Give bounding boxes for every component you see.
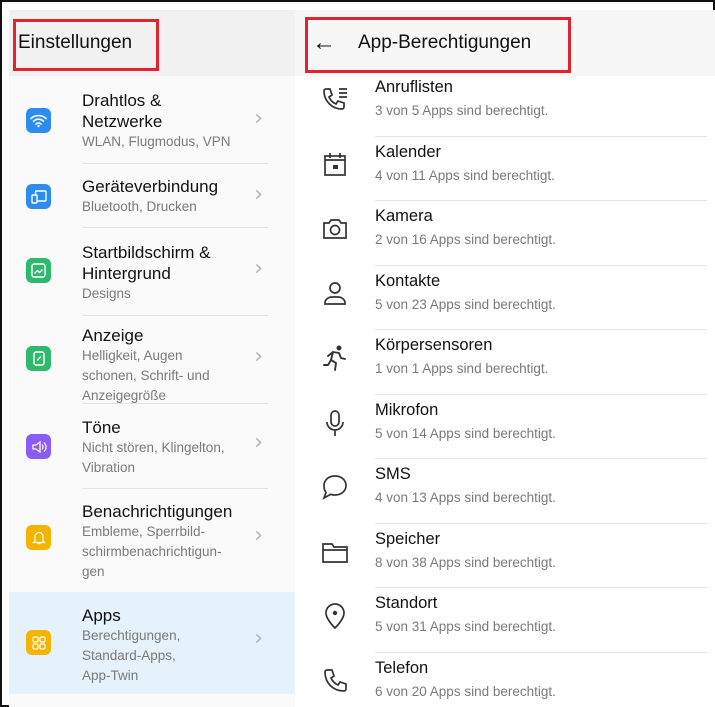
microphone-icon: [326, 409, 344, 436]
phone-icon: [324, 668, 347, 692]
item-subtitle: gen: [82, 564, 105, 579]
item-subtitle: Berechtigungen,: [82, 628, 181, 643]
permission-item-location[interactable]: Standort 5 von 31 Apps sind berechtigt.: [295, 588, 715, 653]
camera-icon: [323, 219, 347, 239]
settings-item-home-screen[interactable]: Startbildschirm & Hintergrund Designs ›: [9, 228, 295, 316]
permission-count: 3 von 5 Apps sind berechtigt.: [375, 103, 549, 118]
item-subtitle: App-Twin: [82, 668, 139, 683]
permission-item-microphone[interactable]: Mikrofon 5 von 14 Apps sind berechtigt.: [295, 395, 715, 459]
back-arrow-icon[interactable]: ←: [312, 31, 336, 55]
item-title: Geräteverbindung: [82, 177, 219, 196]
display-icon: [26, 346, 51, 371]
item-subtitle: Designs: [82, 286, 131, 301]
item-subtitle: Nicht stören, Klingelton,: [82, 440, 225, 455]
permission-count: 8 von 38 Apps sind berechtigt.: [375, 554, 556, 570]
permission-count: 4 von 13 Apps sind berechtigt.: [375, 490, 556, 505]
item-subtitle: Vibration: [82, 460, 136, 475]
permission-item-call-logs[interactable]: Anruflisten 3 von 5 Apps sind berechtigt…: [295, 72, 715, 137]
item-title: Netzwerke: [82, 112, 163, 131]
contacts-icon: [324, 281, 346, 305]
item-subtitle: schonen, Schrift- und: [82, 368, 210, 383]
sms-icon: [322, 475, 347, 500]
item-title: Töne: [82, 418, 121, 437]
wifi-icon: [26, 108, 51, 133]
item-subtitle: Embleme, Sperrbild-: [82, 524, 206, 539]
permission-title: Standort: [375, 594, 438, 612]
home-screen-icon: [26, 258, 51, 283]
item-title: Hintergrund: [82, 264, 171, 283]
page-title: Einstellungen: [18, 32, 133, 53]
permission-count: 5 von 31 Apps sind berechtigt.: [375, 619, 556, 634]
permission-item-phone[interactable]: Telefon 6 von 20 Apps sind berechtigt.: [295, 653, 715, 707]
settings-item-sounds[interactable]: Töne Nicht stören, Klingelton, Vibration…: [9, 404, 295, 489]
folder-icon: [322, 542, 348, 563]
permission-title: Telefon: [375, 658, 429, 677]
chevron-right-icon: ›: [254, 626, 263, 651]
chevron-right-icon: ›: [254, 182, 263, 207]
item-subtitle: Helligkeit, Augen: [82, 348, 183, 363]
item-subtitle: Standard-Apps,: [82, 648, 176, 663]
permission-title: Kalender: [375, 142, 442, 161]
permission-count: 1 von 1 Apps sind berechtigt.: [375, 361, 549, 376]
device-connection-icon: [26, 184, 51, 209]
settings-item-display[interactable]: Anzeige Helligkeit, Augen schonen, Schri…: [9, 316, 295, 404]
call-log-icon: [323, 88, 347, 110]
calendar-icon: [324, 152, 346, 176]
settings-item-notifications[interactable]: Benachrichtigungen Embleme, Sperrbild- s…: [9, 489, 295, 592]
item-title: Anzeige: [82, 326, 144, 345]
permission-count: 6 von 20 Apps sind berechtigt.: [375, 683, 556, 699]
settings-panel: Einstellungen Drahtlos & Netzwerke WLAN,…: [9, 10, 295, 707]
item-subtitle: schirmbenachrichtigun-: [82, 544, 222, 559]
location-icon: [325, 603, 345, 630]
permission-count: 5 von 14 Apps sind berechtigt.: [375, 425, 556, 441]
permission-title: Kamera: [375, 207, 433, 225]
settings-item-device-connection[interactable]: Geräteverbindung Bluetooth, Drucken ›: [9, 164, 295, 228]
chevron-right-icon: ›: [254, 106, 263, 131]
permission-title: Mikrofon: [375, 400, 439, 419]
item-subtitle: Bluetooth, Drucken: [82, 199, 197, 214]
item-title: Startbildschirm &: [82, 243, 211, 262]
permission-item-calendar[interactable]: Kalender 4 von 11 Apps sind berechtigt.: [295, 137, 715, 201]
permission-count: 4 von 11 Apps sind berechtigt.: [375, 167, 555, 183]
permission-title: Speicher: [375, 529, 441, 548]
permission-title: Anruflisten: [375, 78, 453, 96]
permission-item-camera[interactable]: Kamera 2 von 16 Apps sind berechtigt.: [295, 201, 715, 266]
chevron-right-icon: ›: [254, 344, 263, 369]
permission-item-contacts[interactable]: Kontakte 5 von 23 Apps sind berechtigt.: [295, 266, 715, 330]
permission-title: Körpersensoren: [375, 336, 493, 354]
settings-header: Einstellungen: [9, 10, 295, 76]
item-title: Benachrichtigungen: [82, 502, 233, 521]
item-title: Drahtlos &: [82, 91, 162, 110]
permission-item-storage[interactable]: Speicher 8 von 38 Apps sind berechtigt.: [295, 524, 715, 588]
page-title: App-Berechtigungen: [358, 32, 532, 53]
settings-item-apps[interactable]: Apps Berechtigungen, Standard-Apps, App-…: [9, 592, 295, 694]
item-subtitle: WLAN, Flugmodus, VPN: [82, 134, 231, 149]
permissions-panel: ← App-Berechtigungen Anruflisten 3 von 5…: [295, 10, 715, 707]
chevron-right-icon: ›: [254, 256, 263, 281]
permission-title: Kontakte: [375, 271, 441, 290]
permission-title: SMS: [375, 465, 411, 483]
bell-icon: [26, 525, 51, 550]
body-sensor-icon: [323, 345, 346, 371]
chevron-right-icon: ›: [254, 430, 263, 455]
item-title: Apps: [82, 606, 121, 625]
settings-item-wireless[interactable]: Drahtlos & Netzwerke WLAN, Flugmodus, VP…: [9, 76, 295, 164]
permission-item-sms[interactable]: SMS 4 von 13 Apps sind berechtigt.: [295, 459, 715, 524]
permissions-header: ← App-Berechtigungen: [295, 10, 715, 76]
apps-icon: [26, 630, 51, 655]
permission-count: 2 von 16 Apps sind berechtigt.: [375, 232, 556, 247]
chevron-right-icon: ›: [254, 523, 263, 548]
sound-icon: [26, 434, 51, 459]
permission-item-body-sensors[interactable]: Körpersensoren 1 von 1 Apps sind berecht…: [295, 330, 715, 395]
permission-count: 5 von 23 Apps sind berechtigt.: [375, 296, 556, 312]
